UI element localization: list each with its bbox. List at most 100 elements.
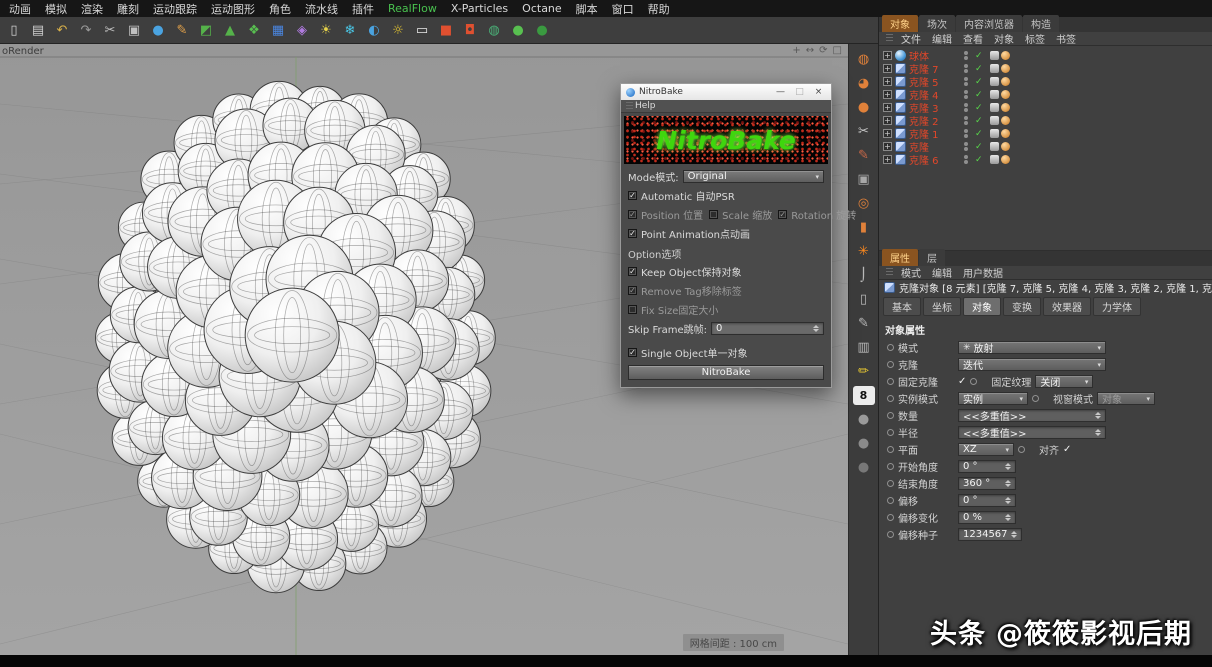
menubar-item[interactable]: 窗口 — [605, 1, 641, 17]
keyframe-dot-icon[interactable] — [887, 514, 894, 521]
menu-item[interactable]: 模式 — [901, 265, 921, 280]
camera-icon[interactable]: ▣ — [853, 170, 875, 189]
display-tag-icon[interactable] — [990, 129, 999, 138]
enabled-check-icon[interactable]: ✓ — [975, 103, 983, 113]
keyframe-dot-icon[interactable] — [887, 531, 894, 538]
enabled-check-icon[interactable]: ✓ — [975, 129, 983, 139]
expand-toggle-icon[interactable]: + — [883, 155, 892, 164]
expand-toggle-icon[interactable]: + — [883, 64, 892, 73]
menu-item[interactable]: 用户数据 — [963, 265, 1003, 280]
enabled-check-icon[interactable]: ✓ — [975, 77, 983, 87]
minimize-button[interactable]: — — [773, 87, 788, 97]
dark-sphere-icon[interactable]: ● — [853, 458, 875, 477]
display-tag-icon[interactable] — [990, 142, 999, 151]
section-tab[interactable]: 效果器 — [1043, 297, 1091, 316]
cut-icon[interactable]: ✂ — [99, 20, 121, 41]
phong-tag-icon[interactable] — [1001, 90, 1010, 99]
copy-icon[interactable]: ▣ — [123, 20, 145, 41]
earth-icon[interactable]: ◍ — [483, 20, 505, 41]
visibility-dots-icon[interactable] — [964, 116, 968, 125]
display-tag-icon[interactable] — [990, 90, 999, 99]
display-tag-icon[interactable] — [990, 116, 999, 125]
rotate-view-icon[interactable]: ⟳ — [819, 45, 827, 56]
phong-tag-icon[interactable] — [1001, 155, 1010, 164]
menubar-item[interactable]: 渲染 — [74, 1, 110, 17]
visibility-dots-icon[interactable] — [964, 103, 968, 112]
tab-inactive[interactable]: 场次 — [919, 15, 955, 32]
extrude-icon[interactable]: ▲ — [219, 20, 241, 41]
property-dropdown[interactable]: 实例▾ — [958, 392, 1028, 405]
checkbox-icon[interactable] — [709, 210, 718, 219]
small-gray-sphere-icon[interactable]: ● — [853, 434, 875, 453]
phong-tag-icon[interactable] — [1001, 77, 1010, 86]
phong-tag-icon[interactable] — [1001, 51, 1010, 60]
menu-item[interactable]: 编辑 — [932, 265, 952, 280]
phong-tag-icon[interactable] — [1001, 129, 1010, 138]
spinner-arrows-icon[interactable] — [1001, 497, 1011, 504]
sky-icon[interactable]: ◐ — [363, 20, 385, 41]
hook-icon[interactable]: ⌡ — [853, 266, 875, 285]
display-icon[interactable]: ▭ — [411, 20, 433, 41]
expand-toggle-icon[interactable]: + — [883, 51, 892, 60]
checkbox-checked-icon[interactable]: ✓ — [628, 210, 637, 219]
bake-button[interactable]: NitroBake — [628, 365, 824, 380]
splash-icon[interactable]: ✳ — [853, 242, 875, 261]
tab-active[interactable]: 对象 — [882, 15, 918, 32]
keyframe-dot-icon[interactable] — [887, 344, 894, 351]
spinner-arrows-icon[interactable] — [1007, 531, 1017, 538]
pill-icon[interactable]: ▯ — [853, 290, 875, 309]
toggle-view-icon[interactable]: □ — [833, 45, 842, 56]
help-menu[interactable]: Help — [635, 101, 656, 111]
checkbox-checked-icon[interactable]: ✓ — [1063, 444, 1071, 455]
pen-gray-icon[interactable]: ✎ — [853, 314, 875, 333]
spinner-arrows-icon[interactable] — [1001, 514, 1011, 521]
enabled-check-icon[interactable]: ✓ — [975, 142, 983, 152]
primitive-sphere-icon[interactable]: ● — [147, 20, 169, 41]
expand-toggle-icon[interactable]: + — [883, 103, 892, 112]
orange-sphere-icon[interactable]: ◕ — [853, 74, 875, 93]
menubar-item[interactable]: 运动跟踪 — [146, 1, 204, 17]
checkbox-checked-icon[interactable]: ✓ — [958, 376, 966, 387]
phong-tag-icon[interactable] — [1001, 116, 1010, 125]
menubar-item[interactable]: 模拟 — [38, 1, 74, 17]
property-dropdown[interactable]: ✳放射▾ — [958, 341, 1106, 354]
keyframe-dot-icon[interactable] — [887, 463, 894, 470]
spinner-arrows-icon[interactable] — [809, 325, 819, 332]
menubar-item[interactable]: 动画 — [2, 1, 38, 17]
knife-icon[interactable]: ✂ — [853, 122, 875, 141]
property-field[interactable]: <<多重值>> — [958, 426, 1106, 439]
display-tag-icon[interactable] — [990, 64, 999, 73]
menubar-item[interactable]: 雕刻 — [110, 1, 146, 17]
keyframe-dot-icon[interactable] — [887, 378, 894, 385]
undo-icon[interactable]: ↶ — [51, 20, 73, 41]
phong-tag-icon[interactable] — [1001, 142, 1010, 151]
spinner-arrows-icon[interactable] — [1001, 463, 1011, 470]
eight-ball-icon[interactable]: 8 — [853, 386, 875, 405]
columns-icon[interactable]: ▥ — [853, 338, 875, 357]
phong-tag-icon[interactable] — [1001, 64, 1010, 73]
visibility-dots-icon[interactable] — [964, 142, 968, 151]
ball-icon[interactable]: ● — [853, 98, 875, 117]
spinner-arrows-icon[interactable] — [1091, 429, 1101, 436]
tab-inactive[interactable]: 内容浏览器 — [956, 15, 1022, 32]
menu-item[interactable]: 标签 — [1025, 31, 1045, 46]
property-field[interactable]: 0 ° — [958, 460, 1016, 473]
section-tab[interactable]: 坐标 — [923, 297, 961, 316]
keyframe-dot-icon[interactable] — [887, 480, 894, 487]
pencil-icon[interactable]: ✏ — [853, 362, 875, 381]
menubar-item[interactable]: X-Particles — [444, 2, 515, 15]
display-tag-icon[interactable] — [990, 77, 999, 86]
keyframe-dot-icon[interactable] — [970, 378, 977, 385]
section-tab[interactable]: 变换 — [1003, 297, 1041, 316]
checkbox-checked-icon[interactable]: ✓ — [628, 229, 637, 238]
viewport-menu-label[interactable]: oRender — [2, 46, 44, 57]
menu-item[interactable]: 对象 — [994, 31, 1014, 46]
checkbox-checked-icon[interactable]: ✓ — [628, 348, 637, 357]
visibility-dots-icon[interactable] — [964, 129, 968, 138]
phong-tag-icon[interactable] — [1001, 103, 1010, 112]
object-name[interactable]: 克隆 6 — [909, 152, 955, 167]
brush-icon[interactable]: ✎ — [853, 146, 875, 165]
checkbox-checked-icon[interactable]: ✓ — [628, 286, 637, 295]
redo-icon[interactable]: ↷ — [75, 20, 97, 41]
keyframe-dot-icon[interactable] — [887, 497, 894, 504]
